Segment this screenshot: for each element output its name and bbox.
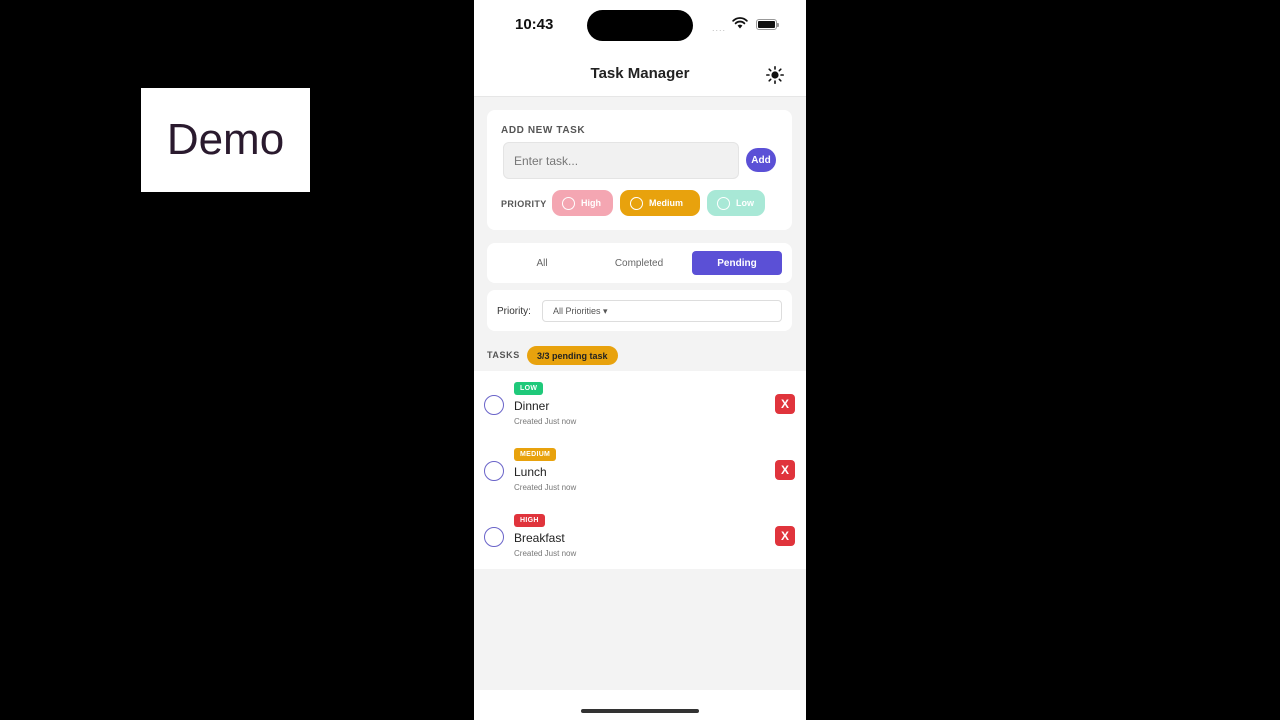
task-title: Lunch (514, 465, 547, 479)
task-created-time: Created Just now (514, 549, 577, 558)
task-input[interactable] (503, 142, 739, 179)
status-bar: 10:43 .... (474, 0, 806, 50)
priority-badge: MEDIUM (514, 448, 557, 461)
task-created-time: Created Just now (514, 483, 577, 492)
task-title: Dinner (514, 399, 550, 413)
add-task-button[interactable]: Add (746, 148, 776, 172)
sun-icon (766, 66, 784, 84)
priority-badge: HIGH (514, 514, 545, 527)
complete-checkbox[interactable] (484, 395, 504, 415)
task-row: MEDIUM Lunch Created Just now X (474, 437, 806, 503)
priority-option-label: High (581, 198, 601, 208)
tasks-heading: TASKS (487, 350, 520, 360)
task-list: LOW Dinner Created Just now X MEDIUM Lun… (474, 371, 806, 569)
complete-checkbox[interactable] (484, 527, 504, 547)
radio-circle-icon (630, 196, 643, 210)
task-created-time: Created Just now (514, 417, 577, 426)
priority-filter-select[interactable]: All Priorities ▾ (542, 300, 782, 322)
priority-option-high[interactable]: High (552, 190, 613, 216)
signal-icon: .... (712, 23, 727, 33)
wifi-icon (732, 16, 748, 34)
dynamic-island (587, 10, 693, 41)
page-title: Task Manager (590, 65, 690, 82)
priority-badge: LOW (514, 382, 544, 395)
home-indicator[interactable] (581, 709, 699, 713)
task-row: HIGH Breakfast Created Just now X (474, 503, 806, 569)
status-time: 10:43 (515, 16, 554, 33)
app-header: Task Manager (474, 50, 806, 97)
status-filter-tabs: All Completed Pending (487, 243, 792, 283)
priority-label: PRIORITY (501, 199, 547, 209)
phone-screen: 10:43 .... Task Manager ADD NEW TASK Ent… (474, 0, 806, 720)
priority-filter-label: Priority: (497, 306, 531, 317)
delete-task-button[interactable]: X (775, 526, 795, 546)
priority-option-label: Medium (649, 198, 684, 208)
priority-option-label: Low (736, 198, 754, 208)
delete-task-button[interactable]: X (775, 460, 795, 480)
demo-overlay-card: Demo (141, 88, 310, 192)
home-indicator-area (474, 690, 806, 720)
pending-count-badge: 3/3 pending task (527, 346, 618, 365)
add-task-card: ADD NEW TASK Add PRIORITY High Medium Lo… (487, 110, 792, 230)
demo-label: Demo (166, 115, 285, 164)
add-task-heading: ADD NEW TASK (501, 125, 586, 136)
task-title: Breakfast (514, 531, 565, 545)
priority-option-low[interactable]: Low (707, 190, 765, 216)
priority-option-medium[interactable]: Medium (620, 190, 700, 216)
priority-filter-card: Priority: All Priorities ▾ (487, 290, 792, 331)
tab-completed[interactable]: Completed (594, 251, 684, 275)
task-row: LOW Dinner Created Just now X (474, 371, 806, 437)
theme-toggle-button[interactable] (764, 64, 786, 86)
complete-checkbox[interactable] (484, 461, 504, 481)
delete-task-button[interactable]: X (775, 394, 795, 414)
radio-circle-icon (562, 196, 575, 210)
radio-circle-icon (717, 196, 730, 210)
battery-icon (756, 19, 779, 30)
tab-all[interactable]: All (497, 251, 587, 275)
tab-pending[interactable]: Pending (692, 251, 782, 275)
